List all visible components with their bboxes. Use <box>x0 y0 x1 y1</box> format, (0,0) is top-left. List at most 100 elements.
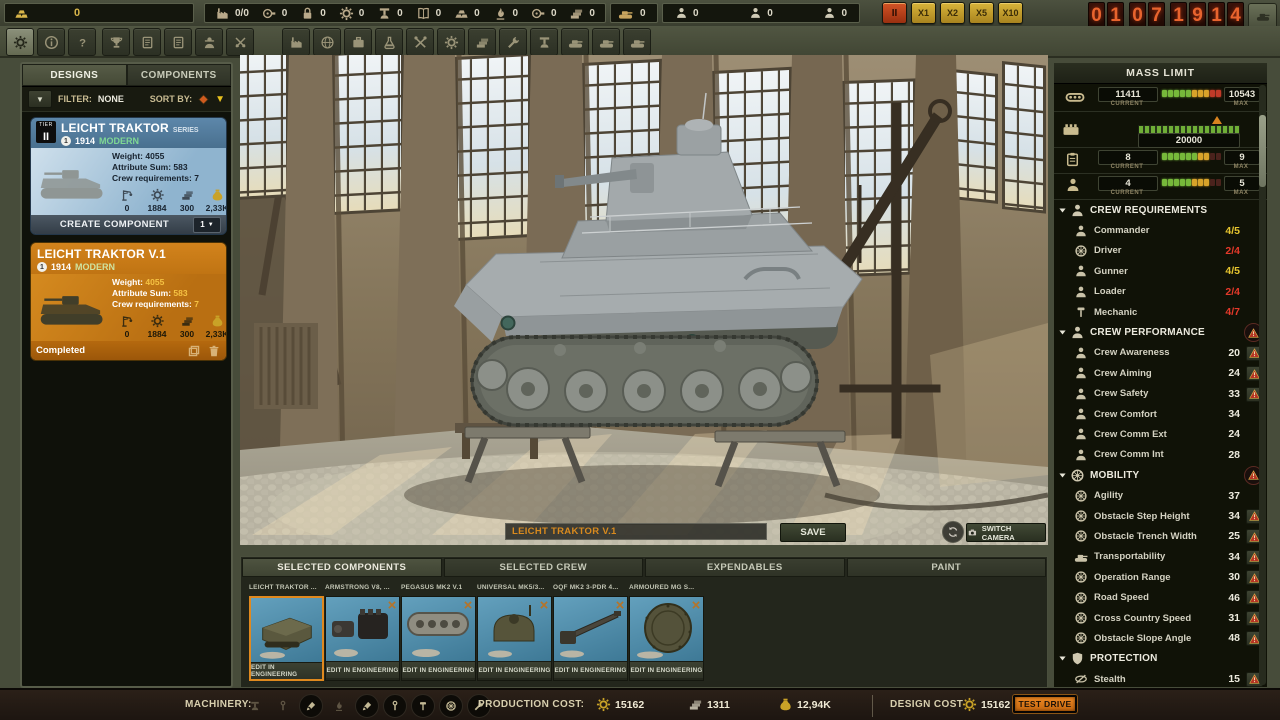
component-name: ARMOURED MG S... <box>629 584 704 594</box>
create-component-button[interactable]: CREATE COMPONENT <box>36 219 193 230</box>
tab-expendables[interactable]: EXPENDABLES <box>645 558 845 577</box>
toolbar-tank-test-button[interactable] <box>592 28 620 56</box>
toolbar-agent-button[interactable] <box>195 28 223 56</box>
toolbar-research-button[interactable] <box>375 28 403 56</box>
stat-row-stealth: Stealth 15 <box>1054 669 1267 689</box>
stats-scrollbar[interactable] <box>1259 85 1266 685</box>
machinery-hammer-icon[interactable] <box>411 694 435 718</box>
remove-component-button[interactable] <box>613 598 626 611</box>
machinery-furnace-icon[interactable] <box>327 694 351 718</box>
toolbar-trophy-button[interactable] <box>102 28 130 56</box>
remove-component-button[interactable] <box>461 598 474 611</box>
design-card-variant[interactable]: LEICHT TRAKTOR V.1 1 1914 MODERN Weight:… <box>30 242 227 361</box>
toolbar-tank-export-button[interactable] <box>623 28 651 56</box>
machinery-file-icon[interactable] <box>299 694 323 718</box>
max-label: MAX <box>1224 101 1258 107</box>
component-card-tracks[interactable]: EDIT IN ENGINEERING <box>401 596 476 681</box>
remove-component-button[interactable] <box>689 598 702 611</box>
toolbar-military-button[interactable] <box>226 28 254 56</box>
toolbar-engineering-button[interactable] <box>437 28 465 56</box>
toolbar-world-button[interactable] <box>313 28 341 56</box>
tracks-icon <box>1060 87 1090 107</box>
led-segment <box>1168 153 1173 160</box>
sort-type-icon[interactable] <box>197 93 210 106</box>
speed-x1-button[interactable]: X1 <box>911 2 936 24</box>
rotate-camera-button[interactable] <box>942 521 964 543</box>
design-name-input[interactable] <box>505 523 767 540</box>
section-crew-requirements[interactable]: CREW REQUIREMENTS <box>1054 200 1267 220</box>
toolbar-help-button[interactable] <box>68 28 96 56</box>
crew-icon <box>1074 366 1088 380</box>
test-drive-button[interactable]: TEST DRIVE <box>1013 695 1077 713</box>
scrollbar-thumb[interactable] <box>1259 115 1266 187</box>
filter-dropdown-button[interactable]: ▼ <box>28 90 52 108</box>
clipboard-icon <box>1064 151 1081 168</box>
toolbar-news-button[interactable] <box>133 28 161 56</box>
tab-selected-components[interactable]: SELECTED COMPONENTS <box>242 558 442 577</box>
save-button[interactable]: SAVE <box>780 523 846 542</box>
component-card-turret[interactable]: EDIT IN ENGINEERING <box>477 596 552 681</box>
toolbar-workshop-button[interactable] <box>406 28 434 56</box>
section-crew-performance[interactable]: CREW PERFORMANCE <box>1054 322 1267 342</box>
tab-components[interactable]: COMPONENTS <box>127 64 232 86</box>
speed-x10-button[interactable]: X10 <box>998 2 1023 24</box>
component-card-hatch[interactable]: EDIT IN ENGINEERING <box>629 596 704 681</box>
switch-camera-button[interactable]: SWITCH CAMERA <box>966 523 1046 542</box>
led-segment <box>1204 90 1209 97</box>
remove-component-button[interactable] <box>385 598 398 611</box>
mass-limit-marker[interactable] <box>1212 116 1222 124</box>
machinery-press-icon[interactable] <box>243 694 267 718</box>
tank-icon <box>1255 9 1271 23</box>
tab-designs[interactable]: DESIGNS <box>22 64 127 86</box>
edit-in-engineering-button[interactable]: EDIT IN ENGINEERING <box>326 661 399 678</box>
toolbar-contracts-button[interactable] <box>164 28 192 56</box>
delete-icon[interactable] <box>207 344 221 358</box>
crew-icon <box>1074 346 1088 360</box>
tab-selected-crew[interactable]: SELECTED CREW <box>444 558 644 577</box>
component-card-hull[interactable]: EDIT IN ENGINEERING <box>249 596 324 681</box>
machinery-drill-icon[interactable] <box>271 694 295 718</box>
variant-name: LEICHT TRAKTOR V.1 <box>37 247 166 261</box>
section-protection[interactable]: PROTECTION <box>1054 649 1267 669</box>
machinery-brush-icon[interactable] <box>355 694 379 718</box>
toolbar-settings-button[interactable] <box>6 28 34 56</box>
toolbar-assembly-button[interactable] <box>468 28 496 56</box>
component-card-gun[interactable]: EDIT IN ENGINEERING <box>553 596 628 681</box>
edit-in-engineering-button[interactable]: EDIT IN ENGINEERING <box>402 661 475 678</box>
led-segment <box>1174 153 1179 160</box>
tab-paint[interactable]: PAINT <box>847 558 1047 577</box>
component-card-engine[interactable]: EDIT IN ENGINEERING <box>325 596 400 681</box>
duplicate-icon[interactable] <box>187 344 201 358</box>
toolbar-factory-button[interactable] <box>282 28 310 56</box>
crew-max-value: 5 <box>1224 176 1260 191</box>
variant-era: MODERN <box>75 262 115 272</box>
sort-direction-icon[interactable]: ▼ <box>215 94 225 105</box>
toolbar-tools-button[interactable] <box>499 28 527 56</box>
series-era: MODERN <box>99 136 139 146</box>
toolbar-tank-design-button[interactable] <box>561 28 589 56</box>
quantity-dropdown[interactable]: 1▼ <box>193 217 221 233</box>
tank-design-icon <box>568 35 583 50</box>
machinery-bolt-icon[interactable] <box>383 694 407 718</box>
design-card-series[interactable]: TIER II LEICHT TRAKTOR SERIES 1 1914 MOD… <box>30 117 227 235</box>
toolbar-business-button[interactable] <box>344 28 372 56</box>
toolbar-info-button[interactable] <box>37 28 65 56</box>
edit-in-engineering-button[interactable]: EDIT IN ENGINEERING <box>251 662 322 679</box>
stat-row-crew-aiming: Crew Aiming 24 <box>1054 363 1267 383</box>
speed-ii-button[interactable]: II <box>882 2 907 24</box>
scroll-icon <box>531 6 546 21</box>
remove-component-button[interactable] <box>537 598 550 611</box>
tank-icon <box>617 6 634 21</box>
edit-in-engineering-button[interactable]: EDIT IN ENGINEERING <box>478 661 551 678</box>
current-label: CURRENT <box>1098 164 1156 170</box>
toolbar-production-button[interactable] <box>530 28 558 56</box>
speed-x5-button[interactable]: X5 <box>969 2 994 24</box>
section-mobility[interactable]: MOBILITY <box>1054 465 1267 485</box>
edit-in-engineering-button[interactable]: EDIT IN ENGINEERING <box>630 661 703 678</box>
stat-row-agility: Agility 37 <box>1054 485 1267 505</box>
speed-x2-button[interactable]: X2 <box>940 2 965 24</box>
edit-in-engineering-button[interactable]: EDIT IN ENGINEERING <box>554 661 627 678</box>
3d-viewport[interactable]: SAVE SWITCH CAMERA <box>240 55 1048 545</box>
factory-icon <box>215 6 230 21</box>
machinery-grinder-icon[interactable] <box>439 694 463 718</box>
